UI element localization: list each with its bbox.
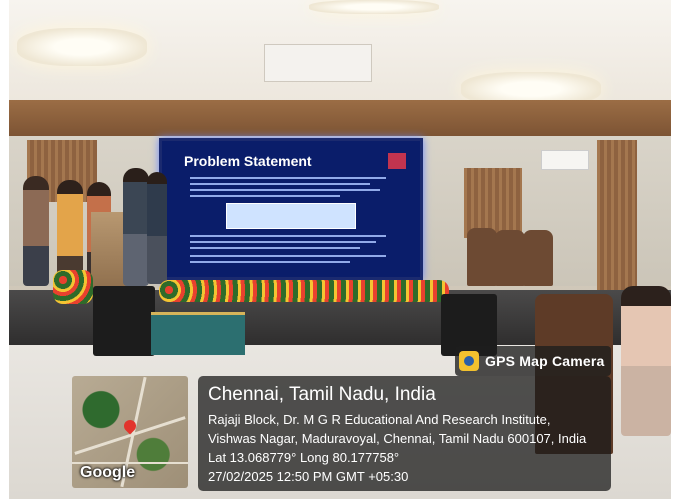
slide-text-line bbox=[190, 241, 376, 243]
slide-text-line bbox=[190, 255, 386, 257]
slide-text-line bbox=[190, 235, 386, 237]
side-table bbox=[151, 312, 245, 355]
app-name: GPS Map Camera bbox=[485, 353, 605, 369]
air-conditioner bbox=[264, 44, 372, 82]
camera-icon bbox=[459, 351, 479, 371]
wooden-beam bbox=[9, 100, 671, 136]
location-map: Google bbox=[72, 376, 188, 488]
slide-text-line bbox=[190, 195, 340, 197]
address-line-2: Vishwas Nagar, Maduravoyal, Chennai, Tam… bbox=[208, 431, 587, 446]
split-ac bbox=[541, 150, 589, 170]
slide-text-line bbox=[190, 183, 370, 185]
flower-arrangement bbox=[53, 270, 93, 304]
slide-text-line bbox=[190, 177, 386, 179]
slide-text-line bbox=[190, 189, 380, 191]
location-info-box: Chennai, Tamil Nadu, India Rajaji Block,… bbox=[198, 376, 611, 491]
ceiling-light bbox=[309, 0, 439, 14]
audience-member bbox=[621, 286, 671, 436]
city-text: Chennai, Tamil Nadu, India bbox=[208, 384, 436, 405]
slide-title: Problem Statement bbox=[184, 153, 312, 169]
ceiling-light bbox=[17, 28, 147, 66]
slide-text-line bbox=[190, 261, 350, 263]
coordinates-text: Lat 13.068779° Long 80.177758° bbox=[208, 450, 400, 465]
gps-camera-label: GPS Map Camera bbox=[455, 346, 611, 376]
person bbox=[23, 176, 49, 286]
map-brand: Google bbox=[80, 464, 136, 481]
address-line-1: Rajaji Block, Dr. M G R Educational And … bbox=[208, 412, 551, 427]
speaker bbox=[93, 286, 155, 356]
presenter bbox=[147, 172, 167, 284]
presenter bbox=[123, 168, 149, 286]
flower-arrangement bbox=[159, 280, 449, 302]
chair bbox=[495, 230, 525, 286]
presentation-screen: Problem Statement bbox=[159, 138, 423, 280]
chair bbox=[467, 228, 497, 286]
slide-figure bbox=[226, 203, 356, 229]
timestamp-text: 27/02/2025 12:50 PM GMT +05:30 bbox=[208, 469, 409, 484]
slide-accent bbox=[388, 153, 406, 169]
slide-text-line bbox=[190, 247, 360, 249]
chair bbox=[523, 230, 553, 286]
